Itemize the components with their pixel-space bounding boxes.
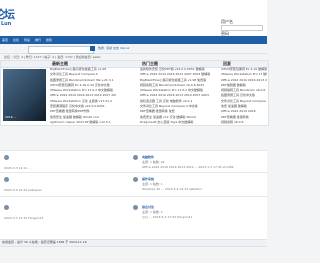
forum-icon (4, 177, 9, 182)
list-item[interactable]: 视频剪辑 v6.0.6 (221, 120, 267, 125)
latest-topics: 最新主题 BigBlackFlow公路可视化模板工具 v1.98 文件对比工具 … (50, 61, 116, 125)
list-item[interactable]: VMware Workstation Pro 17 破解版 (221, 72, 267, 77)
forum-last-post[interactable]: Windows 10 ... 2023-4-2 12:13 asbotlux (142, 188, 266, 191)
nav-item-forum[interactable]: 论坛 (11, 36, 21, 44)
forum-last-post[interactable]: 今日 ... 2023-5-3 17:32 Fengxin11 (142, 216, 266, 219)
hot-topics: 热门主题 最新软件安装 汉化PDF版 v24.0.0.6051 破解版 Offi… (140, 61, 212, 125)
hot-keywords[interactable]: 热搜: 活动 交友 discuz (98, 47, 129, 50)
forum-stats: 主题: 1 帖数: 2 (142, 210, 163, 214)
search-input[interactable] (28, 46, 94, 54)
slideshow-image[interactable]: 2016 ... (3, 69, 46, 121)
forum-left-meta: 2023-4-5 22:22 peterpan (4, 188, 42, 192)
nav-item-home[interactable]: 首页 (0, 36, 10, 44)
forum-icon (4, 205, 9, 210)
forum-name[interactable]: 操作系统 (142, 178, 154, 181)
list-item[interactable]: Office 2024 2019 2016 2013 2007 2003 破解版 (140, 72, 212, 77)
forum-stats: 论坛 › 今日: 4 | 昨日: 1147 | 帖子: 2 | 会员: 1747… (4, 55, 101, 59)
forum-stats: 主题: 1 帖数: 9k (142, 160, 165, 164)
forum-icon (4, 155, 9, 160)
forum-icon (133, 177, 138, 182)
forum-icon (133, 155, 138, 160)
featured-panel: 2016 ... 最新主题 BigBlackFlow公路可视化模板工具 v1.9… (0, 60, 269, 126)
list-item[interactable]: Office 2024 2019 2016 2013 2010 2007 200… (50, 93, 116, 98)
list-item[interactable]: Office 2024 2019 2016 2013 2010 2007 200… (140, 93, 212, 98)
forum-last-post[interactable]: Office 2024 2019 2016 2013 2010 ... 2023… (142, 166, 266, 169)
forum-left-meta: 2023-3-3 11:11 ... (4, 166, 32, 170)
nav-item-search[interactable]: 搜索 (44, 36, 54, 44)
list-item[interactable]: Dragonsoft 办公室版 Tuya 中文破解版 (140, 120, 212, 125)
online-bar: 在线会员 - 总计 30 人在线 - 最高记录是 1566 于 2024-11-… (0, 239, 267, 247)
online-text: 在线会员 - 总计 30 人在线 - 最高记录是 1566 于 2024-11-… (2, 240, 87, 244)
nav-item-guide[interactable]: 导读 (22, 36, 32, 44)
site-header: 论坛 Lun 用户名 密码 登录 注册 首页 论坛 导读 排行 搜索 (0, 0, 267, 49)
nav-item-ranking[interactable]: 排行 (33, 36, 43, 44)
list-item[interactable]: lightroom classic 2023 PP 破解版 v12.5.1 (50, 120, 116, 125)
forum-left-meta: 2023-3-7 17:32 Fengxin11 (4, 216, 44, 220)
search-bar: 热搜: 活动 交友 discuz (0, 44, 267, 54)
slide-caption: 2016 ... (5, 115, 17, 119)
forum-stats: 主题: 1 帖数: 1 (142, 182, 163, 186)
main-nav: 首页 论坛 导读 排行 搜索 (0, 36, 267, 44)
site-logo-sub: Lun (1, 21, 12, 27)
forum-name[interactable]: 综合讨论 (142, 206, 154, 209)
reply-topics: 回复 UIEdit安装包漏洞 Ex 4.16 破解版 VMware Workst… (221, 61, 267, 125)
forum-row: 2023-3-7 17:32 Fengxin11 综合讨论 主题: 1 帖数: … (0, 196, 267, 239)
search-button[interactable] (90, 46, 95, 51)
forum-icon (133, 205, 138, 210)
forum-name[interactable]: 电脑软件 (142, 156, 154, 159)
username-label: 用户名 (221, 19, 233, 24)
